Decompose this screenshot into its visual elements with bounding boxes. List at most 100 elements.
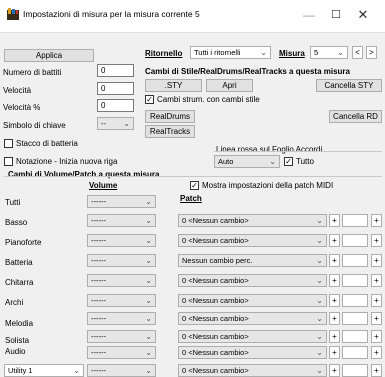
patch-number-input[interactable] bbox=[342, 274, 368, 287]
volume-value: ------ bbox=[91, 197, 106, 206]
chevron-down-icon: ⌄ bbox=[123, 119, 130, 128]
drum-stop-checkbox[interactable] bbox=[4, 139, 13, 148]
track-label-chitarra: Chitarra bbox=[5, 278, 34, 287]
open-style-button[interactable]: Apri bbox=[206, 79, 253, 92]
ritornello-value: Tutti i ritornelli bbox=[194, 48, 241, 57]
patch-select-melodia[interactable]: 0 <Nessun cambio> ⌄ bbox=[178, 312, 327, 325]
patch-plus-button-right[interactable]: + bbox=[371, 254, 382, 267]
red-line-value: Auto bbox=[218, 157, 234, 166]
patch-plus-button[interactable]: + bbox=[329, 312, 340, 325]
volume-select-pianoforte[interactable]: ------ ⌄ bbox=[87, 234, 156, 247]
red-line-select[interactable]: Auto ⌄ bbox=[214, 155, 280, 168]
patch-number-input[interactable] bbox=[342, 346, 368, 359]
patch-plus-button-right[interactable]: + bbox=[371, 346, 382, 359]
misura-select[interactable]: 5 ⌄ bbox=[310, 46, 348, 59]
chevron-down-icon: ⌄ bbox=[316, 296, 323, 305]
chevron-down-icon: ⌄ bbox=[145, 348, 152, 357]
minimize-button[interactable]: — bbox=[296, 6, 322, 24]
chevron-down-icon: ⌄ bbox=[145, 332, 152, 341]
red-line-divider bbox=[214, 151, 382, 152]
patch-number-input[interactable] bbox=[342, 214, 368, 227]
patch-value: 0 <Nessun cambio> bbox=[182, 276, 249, 285]
window-title: Impostazioni di misura per la misura cor… bbox=[23, 9, 200, 19]
volume-select-melodia[interactable]: ------ ⌄ bbox=[87, 312, 156, 325]
patch-plus-button[interactable]: + bbox=[329, 346, 340, 359]
volume-select-audio[interactable]: ------ ⌄ bbox=[87, 346, 156, 359]
volume-select-tutti[interactable]: ------ ⌄ bbox=[87, 195, 156, 208]
chevron-down-icon: ⌄ bbox=[260, 48, 267, 57]
chevron-down-icon: ⌄ bbox=[145, 236, 152, 245]
notation-newline-checkbox[interactable] bbox=[4, 157, 13, 166]
patch-select-chitarra[interactable]: 0 <Nessun cambio> ⌄ bbox=[178, 274, 327, 287]
patch-plus-button[interactable]: + bbox=[329, 254, 340, 267]
patch-plus-button-right[interactable]: + bbox=[371, 214, 382, 227]
volume-value: ------ bbox=[91, 296, 106, 305]
maximize-button[interactable]: ☐ bbox=[323, 6, 349, 24]
track-label-basso: Basso bbox=[5, 218, 28, 227]
chevron-down-icon: ⌄ bbox=[145, 366, 152, 375]
beats-input[interactable]: 0 bbox=[97, 64, 134, 77]
volume-select-solista[interactable]: ------ ⌄ bbox=[87, 330, 156, 343]
cancel-sty-button[interactable]: Cancella STY bbox=[316, 79, 382, 92]
patch-plus-button[interactable]: + bbox=[329, 294, 340, 307]
app-icon bbox=[7, 8, 19, 20]
patch-number-input[interactable] bbox=[342, 364, 368, 377]
chevron-down-icon: ⌄ bbox=[145, 216, 152, 225]
patch-number-input[interactable] bbox=[342, 312, 368, 325]
patch-plus-button[interactable]: + bbox=[329, 274, 340, 287]
sty-button[interactable]: .STY bbox=[145, 79, 202, 92]
patch-plus-button-right[interactable]: + bbox=[371, 312, 382, 325]
change-instruments-checkbox[interactable]: ✓ bbox=[145, 95, 154, 104]
patch-plus-button-right[interactable]: + bbox=[371, 274, 382, 287]
patch-plus-button-right[interactable]: + bbox=[371, 364, 382, 377]
volume-select-chitarra[interactable]: ------ ⌄ bbox=[87, 274, 156, 287]
key-signature-select[interactable]: -- ⌄ bbox=[97, 117, 134, 130]
patch-plus-button[interactable]: + bbox=[329, 330, 340, 343]
patch-plus-button-right[interactable]: + bbox=[371, 294, 382, 307]
volume-select-utility[interactable]: ------ ⌄ bbox=[87, 364, 156, 377]
misura-label: Misura bbox=[279, 49, 305, 58]
patch-value: 0 <Nessun cambio> bbox=[182, 314, 249, 323]
realdrums-button[interactable]: RealDrums bbox=[145, 110, 195, 123]
ritornello-select[interactable]: Tutti i ritornelli ⌄ bbox=[190, 46, 271, 59]
chevron-down-icon: ⌄ bbox=[145, 276, 152, 285]
patch-select-solista[interactable]: 0 <Nessun cambio> ⌄ bbox=[178, 330, 327, 343]
chevron-down-icon: ⌄ bbox=[316, 236, 323, 245]
close-button[interactable]: ✕ bbox=[350, 6, 376, 24]
realtracks-button[interactable]: RealTracks bbox=[145, 125, 195, 138]
patch-number-input[interactable] bbox=[342, 294, 368, 307]
patch-select-audio[interactable]: 0 <Nessun cambio> ⌄ bbox=[178, 346, 327, 359]
volume-select-basso[interactable]: ------ ⌄ bbox=[87, 214, 156, 227]
tempo-input[interactable]: 0 bbox=[97, 82, 134, 95]
patch-number-input[interactable] bbox=[342, 254, 368, 267]
tempo-percent-input[interactable]: 0 bbox=[97, 99, 134, 112]
cancel-rd-button[interactable]: Cancella RD bbox=[329, 110, 382, 123]
patch-select-utility[interactable]: 0 <Nessun cambio> ⌄ bbox=[178, 364, 327, 377]
utility-track-select[interactable]: Utility 1 ⌄ bbox=[4, 364, 84, 377]
patch-select-batteria[interactable]: Nessun cambio perc. ⌄ bbox=[178, 254, 327, 267]
patch-number-input[interactable] bbox=[342, 330, 368, 343]
show-midi-checkbox[interactable]: ✓ bbox=[190, 181, 199, 190]
apply-button[interactable]: Applica bbox=[4, 49, 94, 62]
patch-value: 0 <Nessun cambio> bbox=[182, 366, 249, 375]
track-label-solista: Solista bbox=[5, 336, 30, 345]
volume-value: ------ bbox=[91, 366, 106, 375]
volume-select-archi[interactable]: ------ ⌄ bbox=[87, 294, 156, 307]
patch-plus-button-right[interactable]: + bbox=[371, 234, 382, 247]
chevron-down-icon: ⌄ bbox=[316, 256, 323, 265]
volume-section-divider bbox=[4, 176, 382, 177]
patch-number-input[interactable] bbox=[342, 234, 368, 247]
patch-select-basso[interactable]: 0 <Nessun cambio> ⌄ bbox=[178, 214, 327, 227]
patch-plus-button[interactable]: + bbox=[329, 234, 340, 247]
chevron-down-icon: ⌄ bbox=[316, 366, 323, 375]
red-line-all-checkbox[interactable]: ✓ bbox=[284, 157, 293, 166]
patch-select-archi[interactable]: 0 <Nessun cambio> ⌄ bbox=[178, 294, 327, 307]
patch-value: 0 <Nessun cambio> bbox=[182, 348, 249, 357]
patch-select-pianoforte[interactable]: 0 <Nessun cambio> ⌄ bbox=[178, 234, 327, 247]
next-bar-button[interactable]: > bbox=[366, 46, 377, 59]
volume-select-batteria[interactable]: ------ ⌄ bbox=[87, 254, 156, 267]
prev-bar-button[interactable]: < bbox=[352, 46, 363, 59]
patch-plus-button-right[interactable]: + bbox=[371, 330, 382, 343]
patch-plus-button[interactable]: + bbox=[329, 214, 340, 227]
patch-plus-button[interactable]: + bbox=[329, 364, 340, 377]
